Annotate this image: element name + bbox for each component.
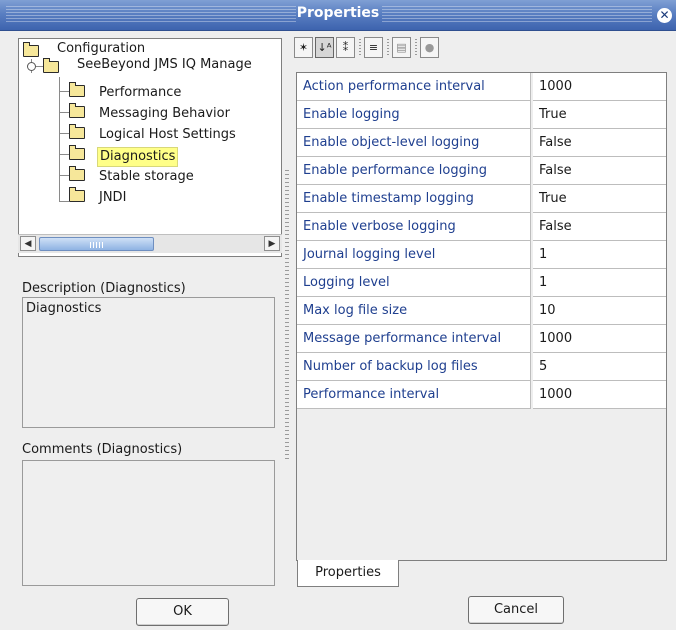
table-row[interactable]: Enable performance logging False xyxy=(297,157,666,185)
panel-splitter[interactable] xyxy=(285,170,289,460)
property-value[interactable]: False xyxy=(533,157,666,185)
property-value[interactable]: 1000 xyxy=(533,381,666,409)
property-value[interactable]: 1 xyxy=(533,269,666,297)
ok-button[interactable]: OK xyxy=(136,598,229,626)
comments-label: Comments (Diagnostics) xyxy=(22,442,183,457)
toolbar-separator xyxy=(387,39,389,57)
tree-item-jndi[interactable]: JNDI xyxy=(99,189,126,207)
property-value[interactable]: 1 xyxy=(533,241,666,269)
property-name: Enable verbose logging xyxy=(297,213,531,241)
tree-item-logical-host-settings[interactable]: Logical Host Settings xyxy=(99,126,236,144)
scroll-left-icon[interactable]: ◀ xyxy=(20,236,36,251)
tab-properties[interactable]: Properties xyxy=(297,560,399,587)
table-row[interactable]: Action performance interval 1000 xyxy=(297,73,666,101)
tree-horizontal-scrollbar[interactable]: ◀ ▶ xyxy=(18,234,282,253)
description-label: Description (Diagnostics) xyxy=(22,281,186,296)
configuration-tree[interactable]: Configuration SeeBeyond JMS IQ Manage Pe… xyxy=(18,38,282,257)
table-row[interactable]: Performance interval 1000 xyxy=(297,381,666,409)
table-row[interactable]: Enable object-level logging False xyxy=(297,129,666,157)
property-value[interactable]: False xyxy=(533,129,666,157)
title-bar[interactable]: Properties ✕ xyxy=(0,0,676,31)
property-value[interactable]: 10 xyxy=(533,297,666,325)
cancel-button[interactable]: Cancel xyxy=(468,596,564,624)
description-box: Diagnostics xyxy=(22,297,275,428)
description-text: Diagnostics xyxy=(26,301,102,316)
sort-category-icon[interactable]: ⁑ xyxy=(336,37,355,58)
folder-icon xyxy=(69,145,85,160)
property-name: Max log file size xyxy=(297,297,531,325)
table-row[interactable]: Number of backup log files 5 xyxy=(297,353,666,381)
table-row[interactable]: Logging level 1 xyxy=(297,269,666,297)
property-name: Enable timestamp logging xyxy=(297,185,531,213)
folder-icon xyxy=(69,187,85,202)
folder-icon xyxy=(69,82,85,97)
tree-item-messaging-behavior[interactable]: Messaging Behavior xyxy=(99,105,230,123)
tree-item-stable-storage[interactable]: Stable storage xyxy=(99,168,194,186)
window-title: Properties xyxy=(296,5,380,21)
property-value[interactable]: 5 xyxy=(533,353,666,381)
sort-alpha-icon[interactable]: ↓ᴬ xyxy=(315,37,334,58)
tree-item-seebeyond-jms-iq-manager[interactable]: SeeBeyond JMS IQ Manage xyxy=(77,56,252,74)
tree-expander-icon[interactable] xyxy=(27,62,36,71)
toolbar-separator xyxy=(415,39,417,57)
table-row[interactable]: Journal logging level 1 xyxy=(297,241,666,269)
filter-icon[interactable]: ≡ xyxy=(364,37,383,58)
property-value[interactable]: False xyxy=(533,213,666,241)
property-name: Number of backup log files xyxy=(297,353,531,381)
folder-icon xyxy=(23,42,39,57)
property-name: Logging level xyxy=(297,269,531,297)
help-icon[interactable]: ● xyxy=(420,37,439,58)
toolbar-separator xyxy=(359,39,361,57)
properties-table[interactable]: Action performance interval 1000 Enable … xyxy=(296,72,667,561)
folder-icon xyxy=(69,166,85,181)
property-value[interactable]: 1000 xyxy=(533,73,666,101)
property-value[interactable]: True xyxy=(533,185,666,213)
folder-icon xyxy=(69,124,85,139)
pin-icon[interactable]: ✶ xyxy=(294,37,313,58)
property-value[interactable]: True xyxy=(533,101,666,129)
table-row[interactable]: Enable logging True xyxy=(297,101,666,129)
property-name: Enable object-level logging xyxy=(297,129,531,157)
property-name: Performance interval xyxy=(297,381,531,409)
property-name: Enable performance logging xyxy=(297,157,531,185)
table-row[interactable]: Max log file size 10 xyxy=(297,297,666,325)
tree-item-performance[interactable]: Performance xyxy=(99,84,181,102)
table-row[interactable]: Enable timestamp logging True xyxy=(297,185,666,213)
folder-icon xyxy=(43,58,59,73)
property-name: Enable logging xyxy=(297,101,531,129)
table-icon[interactable]: ▤ xyxy=(392,37,411,58)
property-name: Message performance interval xyxy=(297,325,531,353)
close-icon[interactable]: ✕ xyxy=(657,8,672,23)
scroll-thumb[interactable] xyxy=(39,237,154,251)
tree-item-diagnostics[interactable]: Diagnostics xyxy=(97,147,179,167)
property-name: Journal logging level xyxy=(297,241,531,269)
property-value[interactable]: 1000 xyxy=(533,325,666,353)
comments-field[interactable] xyxy=(22,460,275,586)
table-row[interactable]: Message performance interval 1000 xyxy=(297,325,666,353)
table-row[interactable]: Enable verbose logging False xyxy=(297,213,666,241)
folder-icon xyxy=(69,103,85,118)
scroll-right-icon[interactable]: ▶ xyxy=(264,236,280,251)
property-name: Action performance interval xyxy=(297,73,531,101)
